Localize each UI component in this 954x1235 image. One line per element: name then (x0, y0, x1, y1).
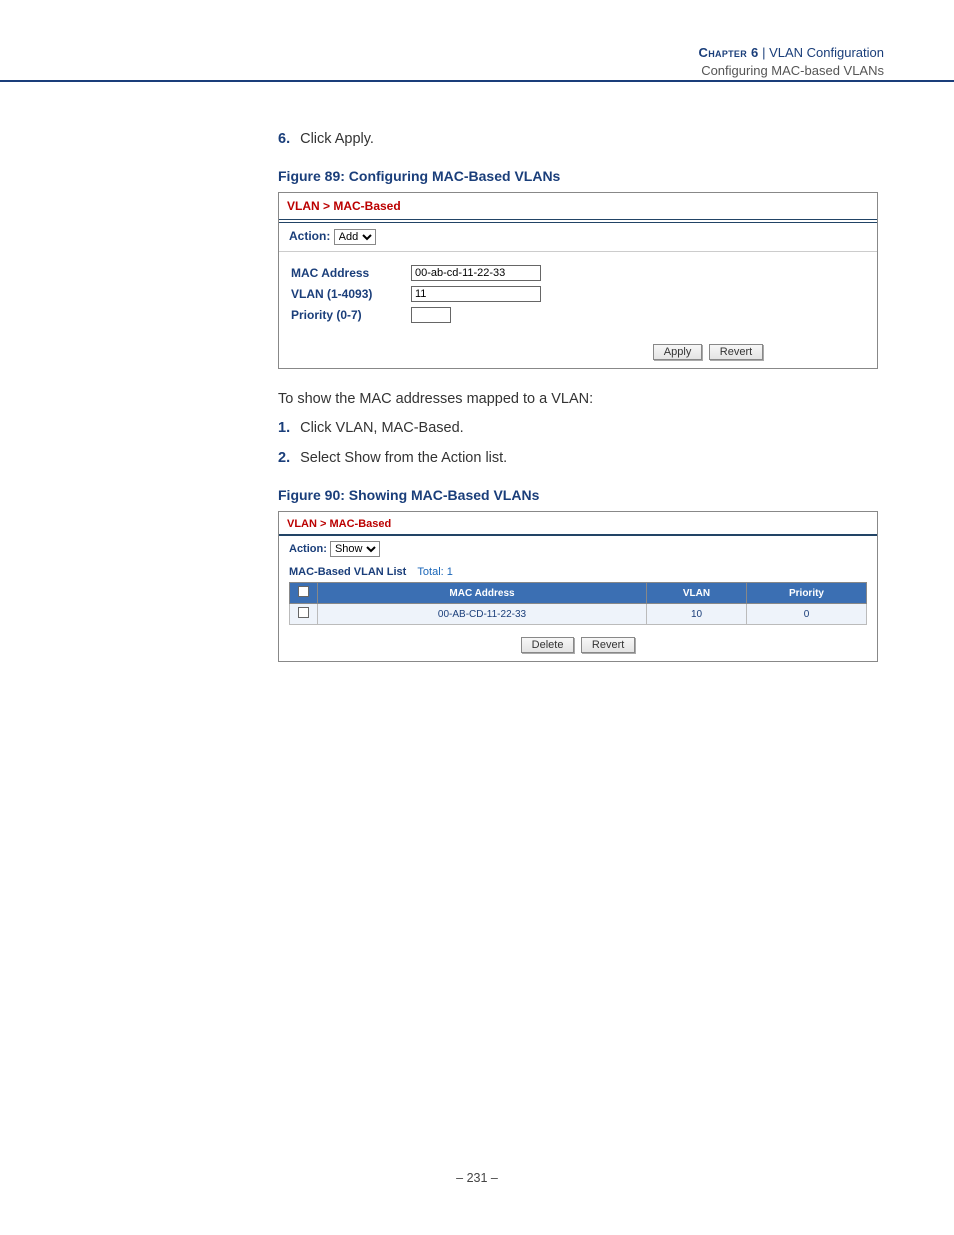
delete-button[interactable]: Delete (521, 637, 575, 653)
select-all-checkbox[interactable] (298, 586, 309, 597)
step-1: 1. Click VLAN, MAC-Based. (278, 417, 878, 439)
action-label: Action: (289, 229, 330, 243)
revert-button[interactable]: Revert (709, 344, 763, 360)
col-mac: MAC Address (318, 583, 647, 604)
cell-vlan: 10 (647, 604, 747, 625)
page-number: – 231 – (0, 1171, 954, 1185)
step-number: 6. (278, 131, 290, 147)
step-6: 6. Click Apply. (278, 128, 878, 150)
table-row: 00-AB-CD-11-22-33 10 0 (290, 604, 867, 625)
revert-button[interactable]: Revert (581, 637, 635, 653)
figure-89-caption: Figure 89: Configuring MAC-Based VLANs (278, 168, 878, 184)
mac-vlan-table: MAC Address VLAN Priority 00-AB-CD-11-22… (289, 582, 867, 625)
vlan-input[interactable] (411, 286, 541, 302)
cell-mac: 00-AB-CD-11-22-33 (318, 604, 647, 625)
action-select[interactable]: Show (330, 541, 380, 557)
col-select (290, 583, 318, 604)
step-text: Click Apply. (300, 131, 374, 147)
mac-address-label: MAC Address (291, 266, 411, 280)
section-title: Configuring MAC-based VLANs (699, 62, 884, 79)
cell-priority: 0 (747, 604, 867, 625)
chapter-title: VLAN Configuration (769, 45, 884, 60)
mac-address-input[interactable] (411, 265, 541, 281)
list-title: MAC-Based VLAN List (289, 566, 406, 578)
step-2: 2. Select Show from the Action list. (278, 447, 878, 469)
row-checkbox[interactable] (298, 607, 309, 618)
step-number: 2. (278, 450, 290, 466)
figure-90: VLAN > MAC-Based Action: Show MAC-Based … (278, 511, 878, 662)
step-text: Click VLAN, MAC-Based. (300, 420, 464, 436)
col-priority: Priority (747, 583, 867, 604)
show-intro: To show the MAC addresses mapped to a VL… (278, 391, 878, 407)
header-sep: | (758, 45, 769, 60)
apply-button[interactable]: Apply (653, 344, 703, 360)
breadcrumb: VLAN > MAC-Based (279, 512, 877, 534)
figure-90-caption: Figure 90: Showing MAC-Based VLANs (278, 487, 878, 503)
action-label: Action: (289, 543, 327, 555)
action-select[interactable]: Add (334, 229, 376, 245)
priority-input[interactable] (411, 307, 451, 323)
col-vlan: VLAN (647, 583, 747, 604)
step-number: 1. (278, 420, 290, 436)
vlan-label: VLAN (1-4093) (291, 287, 411, 301)
chapter-label: Chapter 6 (699, 45, 759, 60)
header-rule (0, 80, 954, 82)
list-total: Total: 1 (417, 566, 452, 578)
priority-label: Priority (0-7) (291, 308, 411, 322)
step-text: Select Show from the Action list. (300, 450, 507, 466)
figure-89: VLAN > MAC-Based Action: Add MAC Address… (278, 192, 878, 369)
breadcrumb: VLAN > MAC-Based (279, 193, 877, 217)
